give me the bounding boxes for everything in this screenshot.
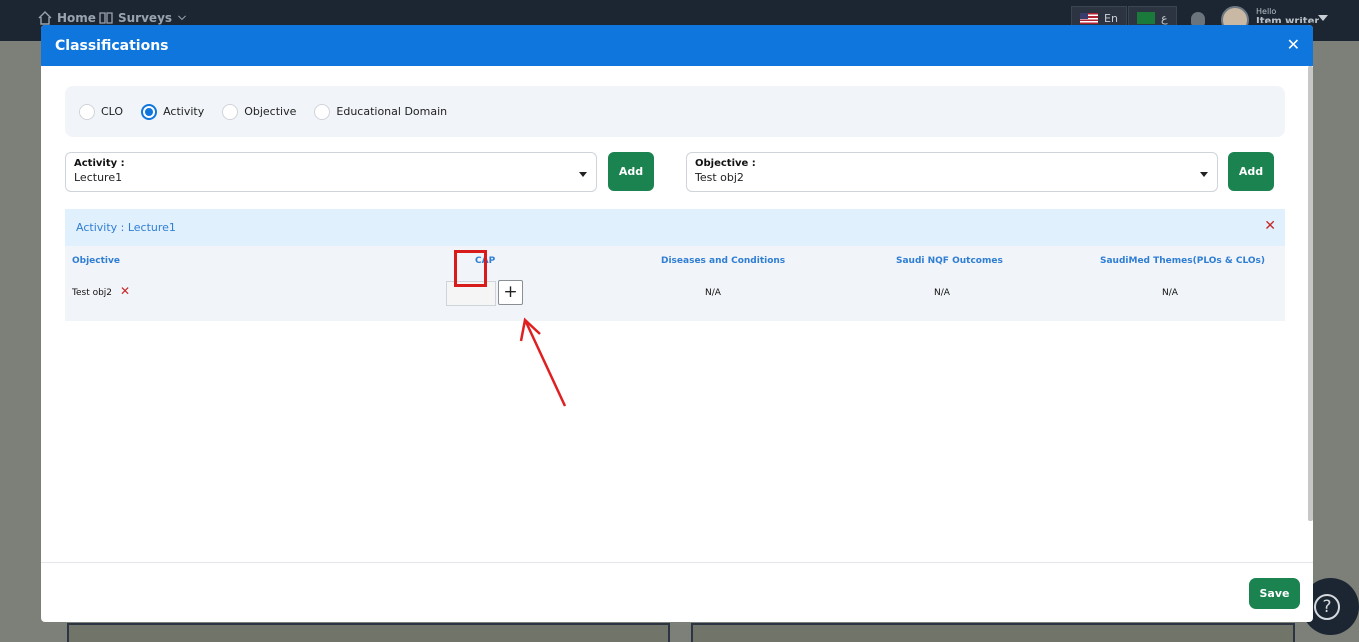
radio-clo-circle[interactable] [79, 103, 95, 120]
column-header-nqf: Saudi NQF Outcomes [896, 256, 1003, 266]
cap-add-plus-button[interactable]: + [498, 280, 523, 305]
row-objective-name: Test obj2 [72, 288, 113, 298]
radio-educational-domain-label: Educational Domain [336, 105, 448, 118]
objective-select-value: Test obj2 [695, 171, 744, 184]
activity-select-label: Activity : [74, 158, 125, 169]
modal-header: Classifications ✕ [41, 25, 1313, 66]
classifications-modal: Classifications ✕ CLO Activity Objective… [41, 25, 1313, 622]
radio-educational-domain[interactable]: Educational Domain [314, 103, 448, 120]
radio-objective-circle[interactable] [222, 103, 239, 120]
chevron-down-icon [178, 15, 186, 21]
column-header-objective: Objective [72, 256, 120, 266]
column-header-cap: CAP [475, 256, 496, 266]
radio-activity-circle[interactable] [141, 103, 158, 120]
save-button[interactable]: Save [1249, 578, 1300, 609]
book-icon [99, 12, 113, 24]
user-greeting: Hello Item writer [1256, 7, 1319, 23]
question-mark-icon: ? [1314, 594, 1340, 620]
background-panel-right [691, 623, 1295, 642]
dropdown-caret-icon [579, 172, 587, 177]
activity-group-header: Activity : Lecture1 ✕ [65, 209, 1285, 246]
notification-bell-icon[interactable] [1191, 12, 1205, 26]
dropdown-caret-icon [1200, 172, 1208, 177]
remove-objective-close-icon[interactable]: ✕ [120, 285, 130, 297]
radio-clo-label: CLO [101, 105, 124, 118]
activity-select-value: Lecture1 [74, 171, 123, 184]
radio-objective[interactable]: Objective [222, 103, 297, 120]
cap-input[interactable] [446, 281, 496, 306]
nav-surveys-label: Surveys [118, 11, 173, 25]
add-activity-button[interactable]: Add [608, 152, 654, 191]
row-nqf-value: N/A [934, 288, 950, 298]
saudi-flag-icon [1137, 12, 1155, 24]
add-objective-button[interactable]: Add [1228, 152, 1274, 191]
activity-select[interactable]: Activity : Lecture1 [65, 152, 597, 192]
objective-select[interactable]: Objective : Test obj2 [686, 152, 1218, 192]
radio-activity-label: Activity [163, 105, 205, 118]
row-diseases-value: N/A [705, 288, 721, 298]
radio-educational-domain-circle[interactable] [314, 103, 331, 120]
radio-clo[interactable]: CLO [79, 103, 124, 120]
remove-activity-close-icon[interactable]: ✕ [1264, 219, 1276, 233]
objective-select-label: Objective : [695, 158, 756, 169]
language-ar-label: ع [1161, 11, 1168, 25]
classification-table: Objective CAP Diseases and Conditions Sa… [65, 246, 1285, 321]
modal-scrollbar[interactable] [1308, 66, 1313, 521]
language-en-label: En [1104, 11, 1118, 25]
nav-home-label: Home [57, 11, 96, 25]
column-header-diseases: Diseases and Conditions [661, 256, 786, 266]
background-panel-left [67, 623, 670, 642]
radio-activity[interactable]: Activity [141, 103, 205, 120]
nav-home[interactable]: Home [38, 11, 96, 25]
hello-text: Hello [1256, 7, 1277, 16]
row-saudimed-value: N/A [1162, 288, 1178, 298]
radio-objective-label: Objective [244, 105, 297, 118]
activity-group-title: Activity : Lecture1 [76, 221, 176, 234]
modal-title: Classifications [55, 37, 169, 54]
close-icon[interactable]: ✕ [1287, 37, 1300, 53]
home-icon [38, 11, 52, 25]
us-flag-icon [1080, 12, 1098, 24]
classification-type-radio-group: CLO Activity Objective Educational Domai… [65, 86, 1285, 137]
user-name: Item writer [1256, 17, 1320, 23]
nav-surveys[interactable]: Surveys [99, 11, 187, 25]
user-menu-caret-icon[interactable] [1318, 15, 1328, 21]
modal-body: CLO Activity Objective Educational Domai… [41, 66, 1313, 562]
column-header-saudimed: SaudiMed Themes(PLOs & CLOs) [1100, 256, 1266, 266]
modal-footer: Save [41, 562, 1313, 622]
